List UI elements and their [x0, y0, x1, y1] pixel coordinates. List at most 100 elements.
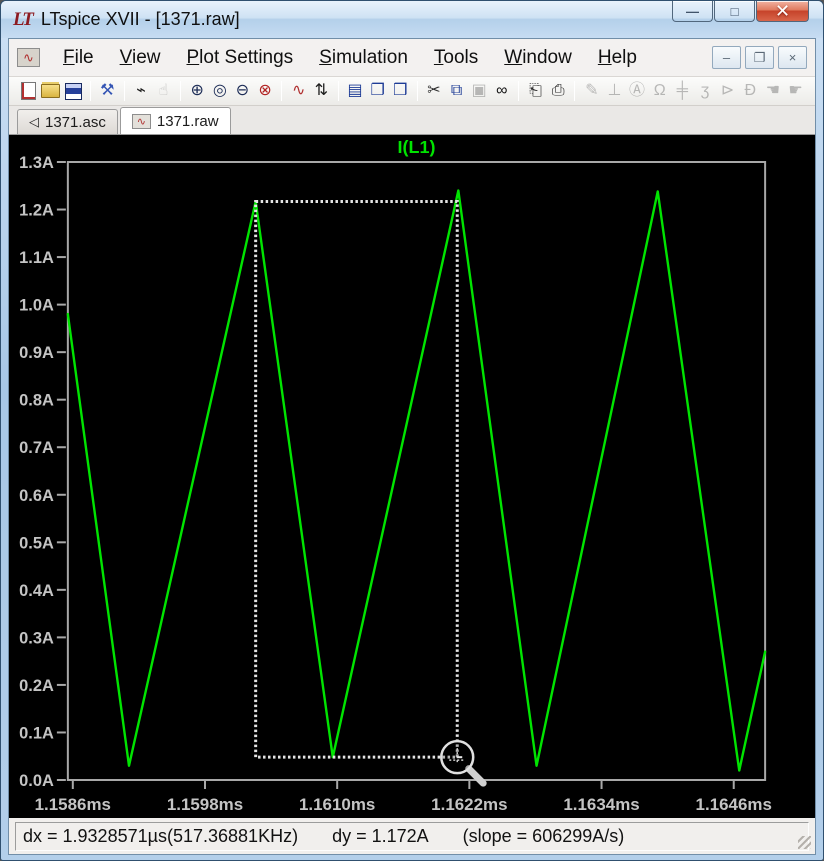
y-tick-label[interactable]: 0.5A [19, 534, 54, 552]
run-simulation-icon[interactable]: ⌁ [130, 80, 153, 103]
axes-icon[interactable]: ⇅ [310, 80, 333, 103]
tab-1371-raw[interactable]: ∿ 1371.raw [120, 107, 231, 134]
status-dx: dx = 1.9328571µs(517.36881KHz) [23, 826, 298, 847]
menu-simulation-label: imulation [332, 47, 408, 68]
document-waveform-icon[interactable]: ∿ [17, 48, 40, 67]
diode-icon: ⊳ [716, 80, 739, 103]
x-tick-label[interactable]: 1.1610ms [299, 795, 375, 814]
plot-title[interactable]: I(L1) [398, 137, 436, 157]
tile-horizontal-icon[interactable]: ▤ [344, 80, 367, 103]
autorange-plot-icon[interactable]: ∿ [287, 80, 310, 103]
minimize-button[interactable]: — [672, 1, 713, 22]
menu-tools-label: ools [443, 47, 478, 68]
y-tick-label[interactable]: 0.4A [19, 582, 54, 600]
maximize-button[interactable]: □ [714, 1, 755, 22]
find-binoculars-icon[interactable]: ∞ [491, 80, 514, 103]
x-tick-label[interactable]: 1.1598ms [167, 795, 243, 814]
schematic-icon: ◁ [29, 114, 39, 130]
x-tick-label[interactable]: 1.1586ms [35, 795, 111, 814]
zoom-out-icon[interactable]: ⊖ [231, 80, 254, 103]
menu-bar: ∿ FileViewPlot SettingsSimulationToolsWi… [9, 39, 815, 77]
waveform-pane[interactable]: I(L1) 0.0A 0.1A 0.2A 0.3A 0.4A 0.5A 0.6A 0.7A 0.8… [9, 135, 815, 818]
toolbar-separator [518, 81, 519, 101]
capacitor-icon: ╪ [671, 80, 694, 103]
mdi-restore-button[interactable]: ❐ [745, 46, 774, 69]
tab-label: 1371.raw [157, 113, 219, 130]
y-tick-label[interactable]: 1.2A [19, 202, 54, 220]
minimize-icon: — [686, 4, 699, 19]
tile-vertical-icon[interactable]: ❒ [389, 80, 412, 103]
ltspice-logo-icon: LT [13, 9, 32, 31]
waveform-plot[interactable]: I(L1) 0.0A 0.1A 0.2A 0.3A 0.4A 0.5A 0.6A 0.7A 0.8… [9, 135, 815, 818]
print-icon[interactable]: ⎙ [547, 80, 570, 103]
x-tick-label[interactable]: 1.1622ms [431, 795, 507, 814]
mdi-close-icon: × [789, 50, 797, 65]
control-panel-hammer-icon[interactable]: ⚒ [96, 80, 119, 103]
plot-border [68, 162, 765, 780]
menu-simulation[interactable]: Simulation [306, 46, 421, 70]
menu-file-hotkey: F [63, 47, 75, 68]
trace-I(L1)[interactable] [68, 191, 765, 771]
menu-file[interactable]: File [50, 46, 107, 70]
resize-grip[interactable] [798, 836, 811, 849]
y-tick-label[interactable]: 0.3A [19, 629, 54, 647]
menu-window-label: indow [522, 47, 572, 68]
mdi-minimize-button[interactable]: – [712, 46, 741, 69]
print-preview-icon[interactable]: ⎗ [524, 80, 547, 103]
zoom-full-extents-icon[interactable]: ⊗ [254, 80, 277, 103]
y-tick-label[interactable]: 1.3A [19, 154, 54, 172]
x-tick-label[interactable]: 1.1634ms [563, 795, 639, 814]
component-icon: Ð [739, 80, 762, 103]
toolbar-separator [574, 81, 575, 101]
menu-help-label: elp [612, 47, 637, 68]
y-tick-label[interactable]: 0.2A [19, 677, 54, 695]
save-icon[interactable] [62, 80, 85, 103]
status-panel: dx = 1.9328571µs(517.36881KHz) dy = 1.17… [15, 822, 809, 851]
drag-hand-icon: ☛ [784, 80, 807, 103]
title-bar[interactable]: LT LTspice XVII - [1371.raw] — □ ✕ [1, 1, 823, 38]
mdi-close-button[interactable]: × [778, 46, 807, 69]
menu-window-hotkey: W [504, 47, 522, 68]
x-tick-label[interactable]: 1.1646ms [696, 795, 772, 814]
copy-icon[interactable]: ⧉ [445, 80, 468, 103]
y-tick-label[interactable]: 0.1A [19, 724, 54, 742]
cut-icon[interactable]: ✂ [423, 80, 446, 103]
menu-view-hotkey: V [120, 47, 132, 68]
new-schematic-icon[interactable] [17, 80, 40, 103]
tab-bar: ◁ 1371.asc ∿ 1371.raw [9, 106, 815, 135]
window-title: LTspice XVII - [1371.raw] [41, 9, 240, 30]
menu-tools[interactable]: Tools [421, 46, 491, 70]
close-button[interactable]: ✕ [756, 1, 809, 22]
cascade-windows-icon[interactable]: ❐ [366, 80, 389, 103]
menu-help-hotkey: H [598, 47, 612, 68]
tab-1371-asc[interactable]: ◁ 1371.asc [17, 109, 118, 134]
zoom-in-icon[interactable]: ⊕ [186, 80, 209, 103]
y-tick-label[interactable]: 0.6A [19, 487, 54, 505]
resistor-icon: Ω [648, 80, 671, 103]
y-tick-label[interactable]: 1.1A [19, 249, 54, 267]
menu-view[interactable]: View [107, 46, 174, 70]
status-slope: (slope = 606299A/s) [463, 826, 625, 847]
status-bar: dx = 1.9328571µs(517.36881KHz) dy = 1.17… [9, 818, 815, 854]
menu-window[interactable]: Window [491, 46, 585, 70]
open-file-icon[interactable] [40, 80, 63, 103]
status-dy: dy = 1.172A [332, 826, 429, 847]
y-tick-label[interactable]: 0.7A [19, 439, 54, 457]
zoom-back-icon[interactable]: ◎ [208, 80, 231, 103]
ground-icon: ⊥ [603, 80, 626, 103]
zoom-selection-rect [256, 201, 458, 757]
label-net-icon: Ⓐ [626, 80, 649, 103]
tab-label: 1371.asc [45, 114, 106, 131]
menu-plot-settings[interactable]: Plot Settings [173, 46, 306, 70]
tool-bar: ⚒⌁☝⊕◎⊖⊗∿⇅▤❐❒✂⧉▣∞⎗⎙✎⊥ⒶΩ╪ʒ⊳Ð☚☛ [9, 77, 815, 106]
toolbar-separator [281, 81, 282, 101]
y-tick-label[interactable]: 0.0A [19, 772, 54, 790]
y-tick-label[interactable]: 0.9A [19, 344, 54, 362]
menu-tools-hotkey: T [434, 47, 444, 68]
toolbar-separator [124, 81, 125, 101]
y-tick-label[interactable]: 1.0A [19, 297, 54, 315]
magnifier-handle [469, 769, 483, 784]
halt-hand-icon: ☝ [152, 80, 175, 103]
menu-help[interactable]: Help [585, 46, 650, 70]
y-tick-label[interactable]: 0.8A [19, 392, 54, 410]
